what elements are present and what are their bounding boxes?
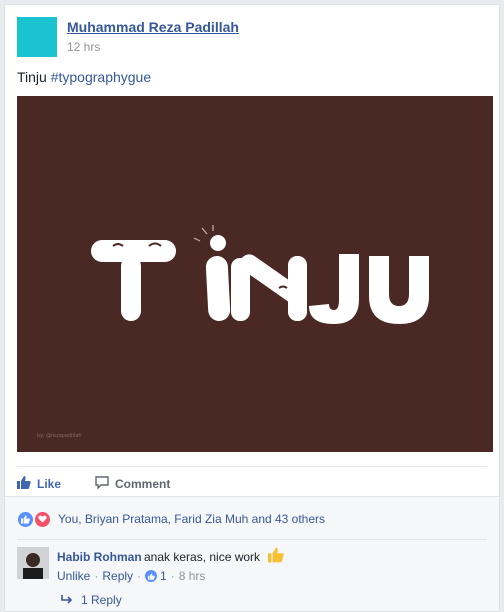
reply-link[interactable]: Reply	[102, 569, 133, 583]
like-button[interactable]: Like	[17, 476, 61, 492]
post-card: Muhammad Reza Padillah 12 hrs Tinju #typ…	[4, 4, 500, 612]
image-credit: by: @rezapadillah	[37, 433, 82, 439]
comment-meta: Unlike · Reply · 1 · 8 hrs	[57, 569, 205, 583]
comment-like-count[interactable]: 1	[145, 569, 167, 583]
thumbs-up-icon	[17, 476, 31, 492]
tinju-artwork	[91, 225, 429, 324]
comment-item: Habib Rohman anak keras, nice work Unlik…	[17, 547, 487, 597]
post-header: Muhammad Reza Padillah 12 hrs	[17, 17, 487, 57]
like-label: Like	[37, 477, 62, 491]
unlike-link[interactable]: Unlike	[57, 569, 90, 583]
thumbs-up-emoji-icon	[268, 547, 284, 566]
replies-label: 1 Reply	[81, 593, 122, 607]
like-reaction-icon	[17, 510, 34, 528]
meta-separator: ·	[137, 569, 142, 583]
comment-like-number: 1	[160, 569, 167, 583]
comment-like-icon	[145, 570, 158, 582]
comment-time[interactable]: 8 hrs	[179, 569, 206, 583]
post-text-body: Tinju	[17, 69, 47, 85]
comment-text: anak keras, nice work	[144, 550, 261, 564]
love-reaction-icon	[34, 510, 51, 528]
post-timestamp[interactable]: 12 hrs	[67, 40, 100, 54]
meta-separator: ·	[94, 569, 99, 583]
comment-icon	[95, 476, 109, 492]
author-avatar[interactable]	[17, 17, 57, 57]
view-replies-link[interactable]: 1 Reply	[61, 593, 122, 607]
author-name[interactable]: Muhammad Reza Padillah	[67, 19, 239, 35]
divider	[17, 539, 487, 540]
post-text: Tinju #typographygue	[17, 69, 151, 85]
feedback-section: You, Briyan Pratama, Farid Zia Muh and 4…	[5, 496, 499, 611]
hashtag-link[interactable]: #typographygue	[51, 69, 151, 85]
comment-author[interactable]: Habib Rohman	[57, 550, 142, 564]
post-actions: Like Comment	[17, 466, 487, 497]
comment-label: Comment	[115, 477, 171, 491]
reaction-summary[interactable]: You, Briyan Pratama, Farid Zia Muh and 4…	[58, 512, 325, 526]
comment-button[interactable]: Comment	[95, 476, 170, 492]
reply-arrow-icon	[61, 593, 73, 607]
meta-separator: ·	[170, 569, 175, 583]
reactions-row: You, Briyan Pratama, Farid Zia Muh and 4…	[17, 509, 487, 529]
post-image[interactable]: by: @rezapadillah	[17, 96, 493, 452]
commenter-avatar[interactable]	[17, 547, 49, 579]
